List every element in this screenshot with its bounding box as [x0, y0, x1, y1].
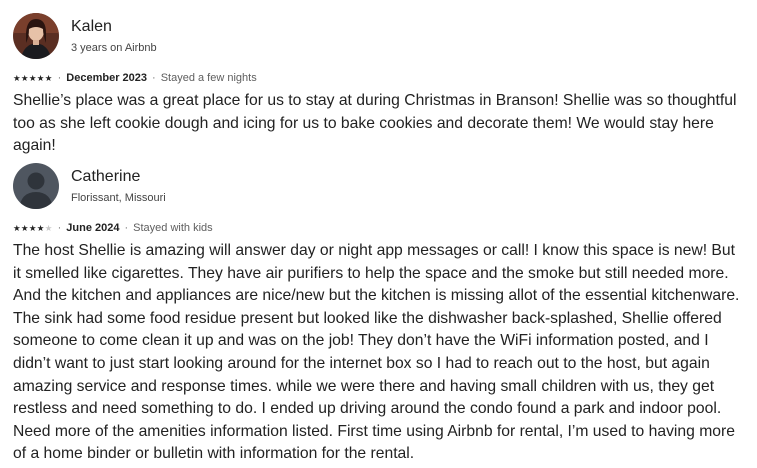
star-icon: ★ — [20, 223, 29, 233]
review-text: The host Shellie is amazing will answer … — [13, 242, 740, 463]
star-icon: ★ — [28, 223, 37, 233]
reviewer-header: Kalen 3 years on Airbnb — [13, 13, 747, 59]
reviewer-name[interactable]: Kalen — [71, 17, 157, 37]
star-rating: ★ ★ ★ ★ ★ — [13, 220, 53, 236]
review-date: June 2024 — [66, 222, 120, 234]
reviewer-tenure: 3 years on Airbnb — [71, 41, 157, 54]
review-meta: ★ ★ ★ ★ ★ · June 2024 · Stayed with kids — [13, 220, 747, 236]
reviewer-location: Florissant, Missouri — [71, 191, 166, 204]
separator-dot: · — [57, 72, 62, 84]
reviewer-name[interactable]: Catherine — [71, 167, 166, 187]
star-icon: ★ — [28, 73, 37, 83]
review-meta: ★ ★ ★ ★ ★ · December 2023 · Stayed a few nig… — [13, 70, 747, 86]
star-empty-icon: ★ — [44, 223, 53, 233]
star-icon: ★ — [36, 73, 45, 83]
separator-dot: · — [57, 222, 62, 234]
separator-dot: · — [152, 72, 156, 84]
stay-type: Stayed with kids — [133, 222, 213, 234]
avatar-photo-icon[interactable] — [13, 13, 59, 59]
star-icon: ★ — [13, 73, 21, 83]
star-icon: ★ — [20, 73, 29, 83]
default-user-icon[interactable] — [13, 163, 59, 209]
star-icon: ★ — [36, 223, 45, 233]
review-date: December 2023 — [66, 72, 148, 84]
review-card: Catherine Florissant, Missouri ★ ★ ★ ★ ★ · J… — [13, 163, 747, 466]
review-text: Shellie’s place was a great place for us… — [13, 92, 737, 155]
stay-type: Stayed a few nights — [160, 72, 257, 84]
star-rating: ★ ★ ★ ★ ★ — [13, 70, 53, 86]
reviewer-header: Catherine Florissant, Missouri — [13, 163, 747, 209]
review-card: Kalen 3 years on Airbnb ★ ★ ★ ★ ★ · December… — [13, 13, 747, 158]
star-icon: ★ — [44, 73, 53, 83]
star-icon: ★ — [13, 223, 21, 233]
separator-dot: · — [124, 222, 129, 234]
